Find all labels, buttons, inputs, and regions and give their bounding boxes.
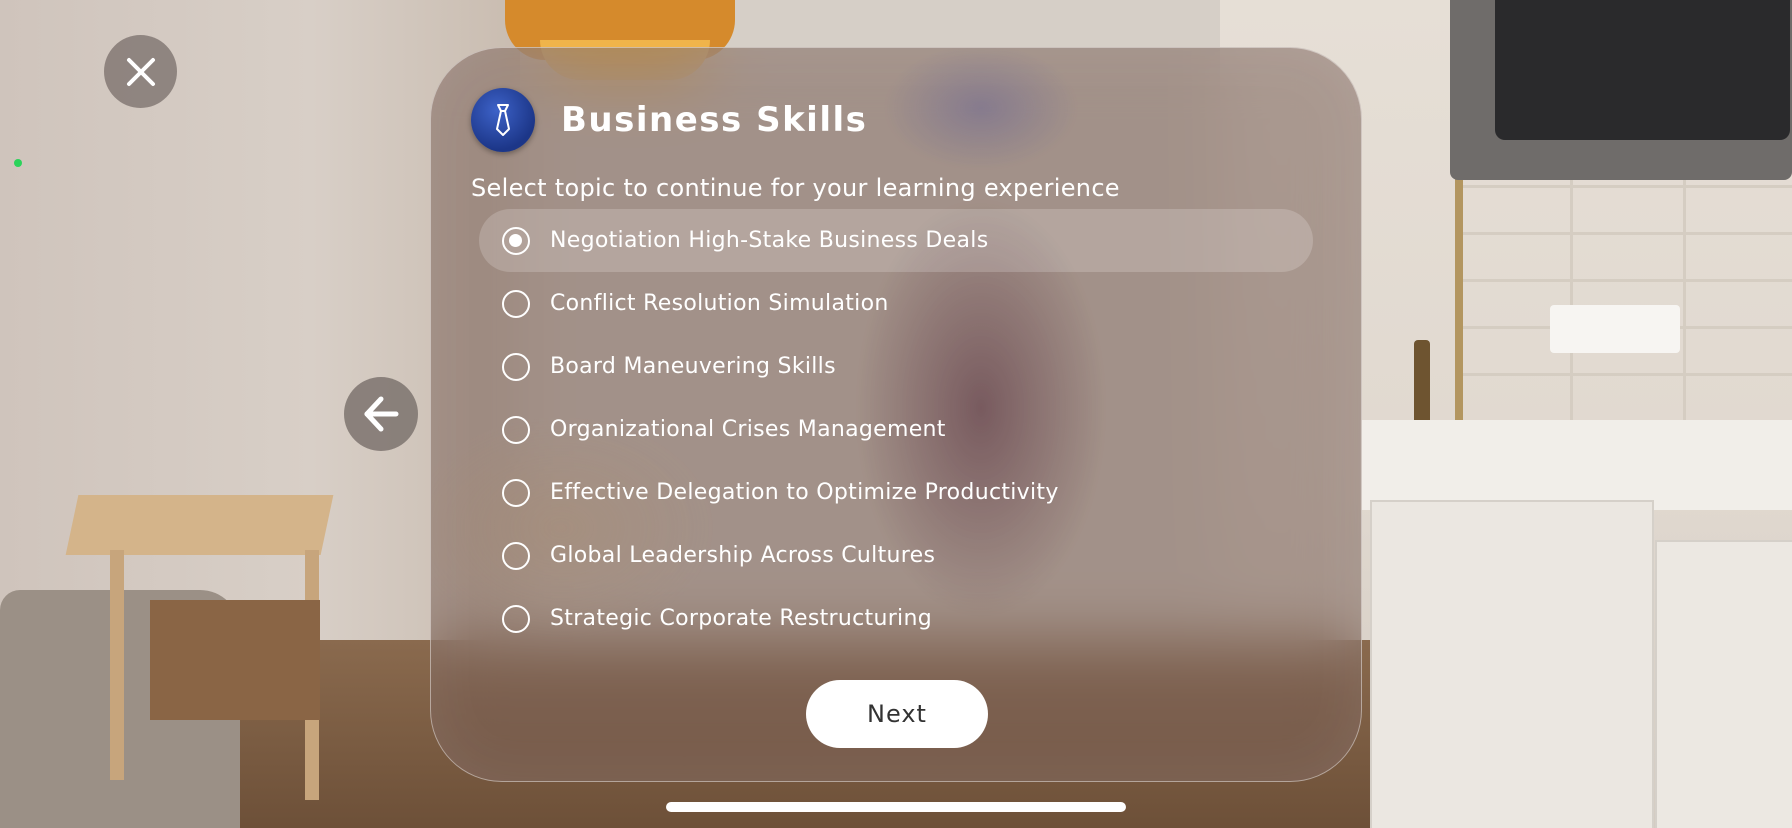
topic-option[interactable]: Conflict Resolution Simulation bbox=[479, 272, 1313, 335]
topic-label: Effective Delegation to Optimize Product… bbox=[550, 480, 1059, 505]
back-button[interactable] bbox=[344, 377, 418, 451]
necktie-icon bbox=[496, 104, 510, 136]
radio-unselected[interactable] bbox=[502, 541, 530, 570]
radio-unselected[interactable] bbox=[502, 415, 530, 444]
topic-label: Conflict Resolution Simulation bbox=[550, 291, 889, 316]
panel-subtitle: Select topic to continue for your learni… bbox=[471, 174, 1120, 202]
next-button[interactable]: Next bbox=[806, 680, 988, 748]
panel-header: Business Skills bbox=[471, 88, 867, 152]
category-badge bbox=[471, 88, 535, 152]
topic-option[interactable]: Strategic Corporate Restructuring bbox=[479, 587, 1313, 650]
topic-list: Negotiation High-Stake Business Deals Co… bbox=[479, 209, 1313, 650]
radio-unselected[interactable] bbox=[502, 289, 530, 318]
topic-label: Negotiation High-Stake Business Deals bbox=[550, 228, 989, 253]
topic-option[interactable]: Organizational Crises Management bbox=[479, 398, 1313, 461]
close-button[interactable] bbox=[104, 35, 177, 108]
panel-title: Business Skills bbox=[561, 100, 868, 140]
topic-option[interactable]: Board Maneuvering Skills bbox=[479, 335, 1313, 398]
topic-label: Strategic Corporate Restructuring bbox=[550, 606, 932, 631]
radio-selected[interactable] bbox=[502, 226, 530, 255]
radio-unselected[interactable] bbox=[502, 604, 530, 633]
topic-option[interactable]: Effective Delegation to Optimize Product… bbox=[479, 461, 1313, 524]
topic-label: Board Maneuvering Skills bbox=[550, 354, 836, 379]
arrow-left-icon bbox=[364, 396, 399, 432]
home-indicator[interactable] bbox=[666, 802, 1126, 812]
topic-option[interactable]: Global Leadership Across Cultures bbox=[479, 524, 1313, 587]
radio-unselected[interactable] bbox=[502, 352, 530, 381]
close-icon bbox=[126, 57, 155, 86]
radio-unselected[interactable] bbox=[502, 478, 530, 507]
topic-selection-panel: Business Skills Select topic to continue… bbox=[430, 47, 1362, 782]
topic-label: Global Leadership Across Cultures bbox=[550, 543, 936, 568]
topic-label: Organizational Crises Management bbox=[550, 417, 946, 442]
topic-option[interactable]: Negotiation High-Stake Business Deals bbox=[479, 209, 1313, 272]
camera-indicator-dot bbox=[14, 159, 22, 167]
